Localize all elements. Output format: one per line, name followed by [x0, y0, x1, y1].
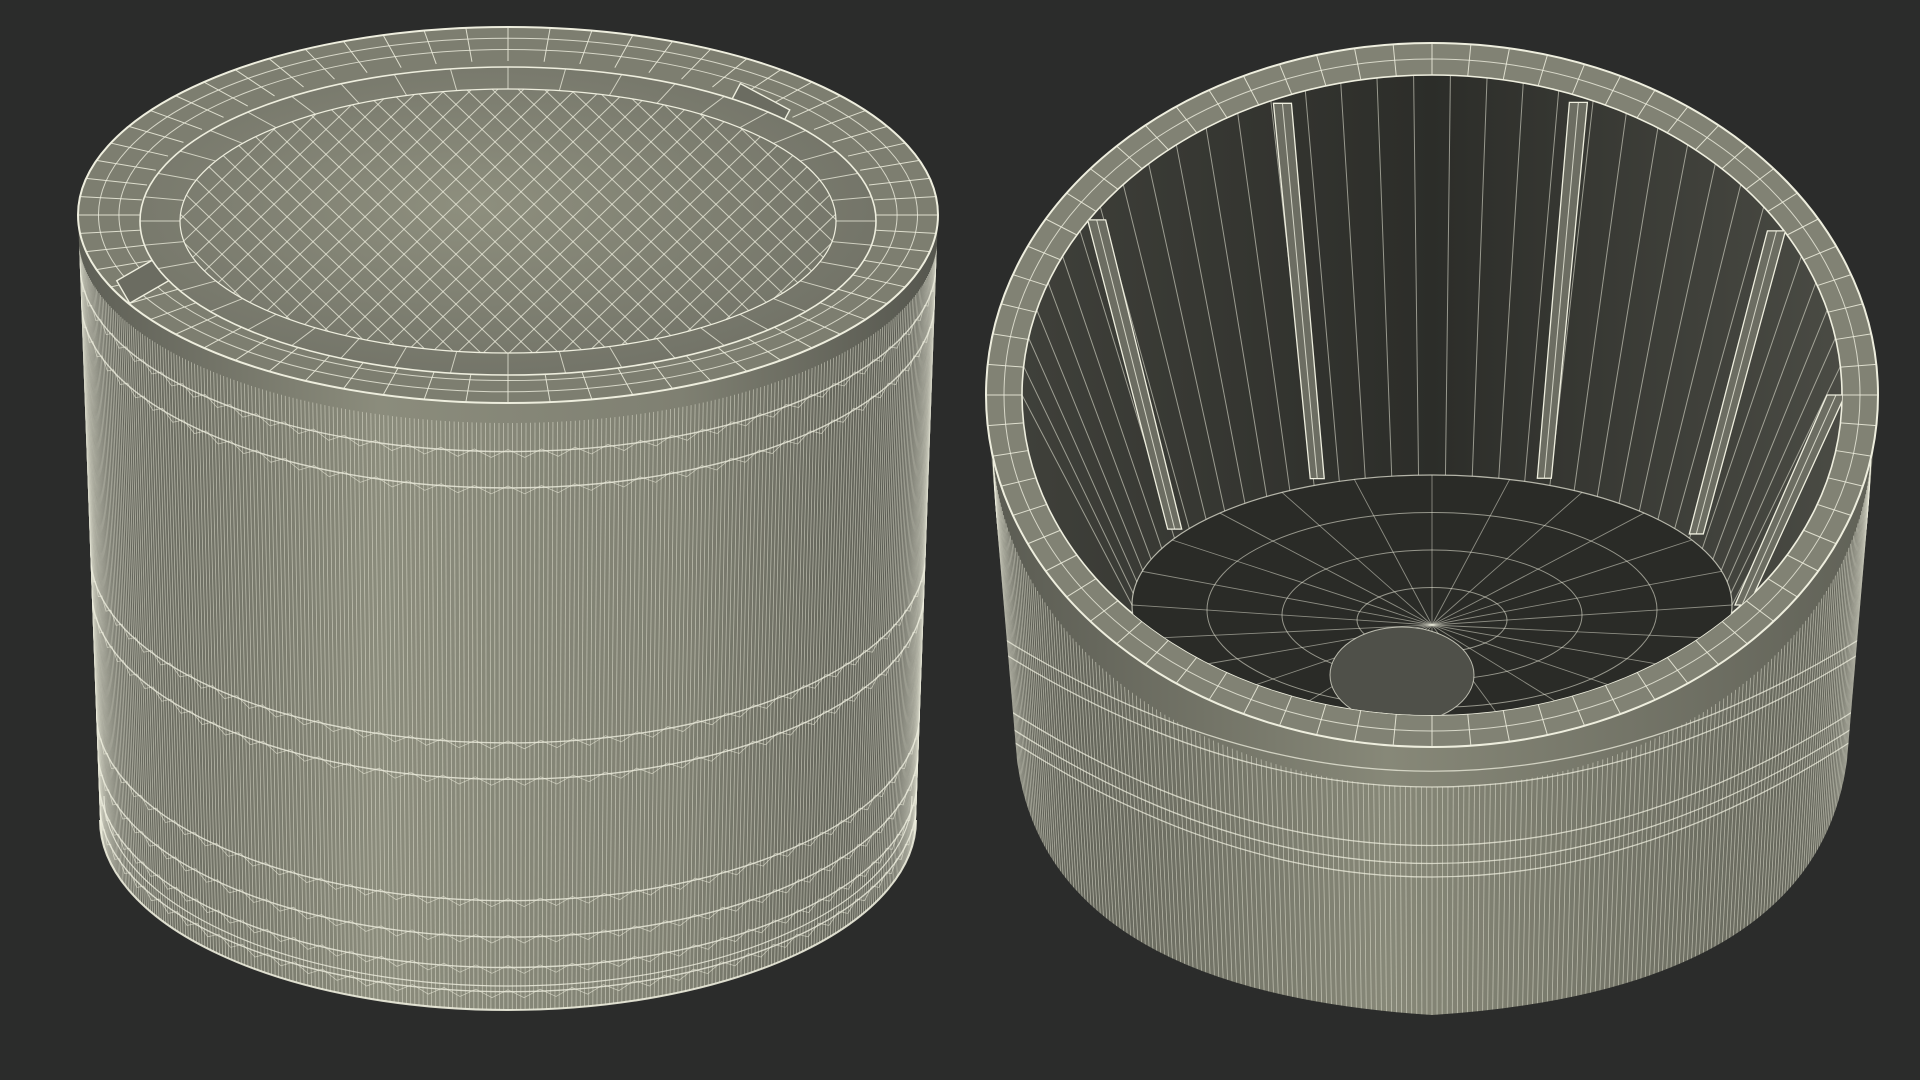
cap-interior-open-view — [985, 42, 1879, 1015]
wireframe-scene — [0, 0, 1920, 1080]
interior-center-nub — [1329, 626, 1475, 715]
render-viewport — [0, 0, 1920, 1080]
